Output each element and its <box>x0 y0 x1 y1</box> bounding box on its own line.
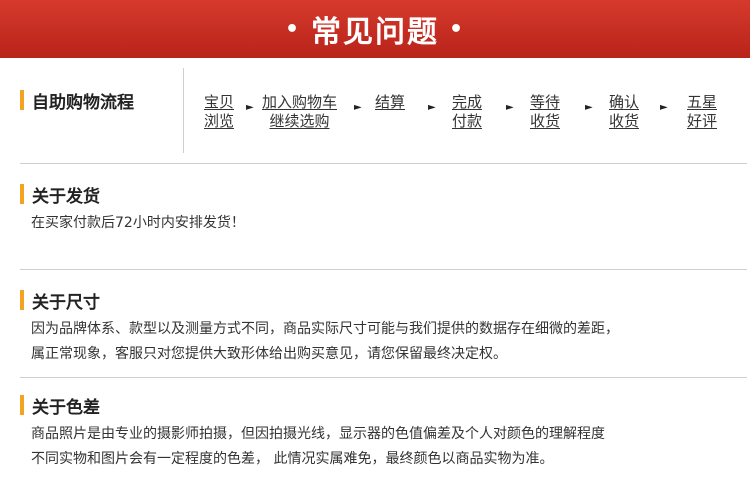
size-text-line2: 属正常现象，客服只对您提供大致形体给出购买意见，请您保留最终决定权。 <box>31 346 507 362</box>
color-text-line2: 不同实物和图片会有一定程度的色差， 此情况实属难免，最终颜色以商品实物为准。 <box>31 451 554 467</box>
shipping-heading: 关于发货 <box>20 182 100 207</box>
shopping-heading-text: 自助购物流程 <box>32 92 134 113</box>
arrow-icon: ► <box>246 102 254 113</box>
color-heading: 关于色差 <box>20 393 100 418</box>
arrow-icon: ► <box>660 102 668 113</box>
arrow-icon: ► <box>506 102 514 113</box>
divider <box>20 377 747 378</box>
step-five-star-review[interactable]: 五星 好评 <box>687 93 717 131</box>
size-heading-text: 关于尺寸 <box>32 292 100 313</box>
heading-accent-bar <box>20 290 24 310</box>
shipping-text: 在买家付款后72小时内安排发货！ <box>31 215 245 231</box>
divider <box>20 269 747 270</box>
heading-accent-bar <box>20 184 24 204</box>
step-browse[interactable]: 宝贝 浏览 <box>204 93 234 131</box>
size-text-line1: 因为品牌体系、款型以及测量方式不同，商品实际尺寸可能与我们提供的数据存在细微的差… <box>31 321 619 337</box>
shopping-heading: 自助购物流程 <box>20 88 134 113</box>
heading-accent-bar <box>20 90 24 110</box>
step-checkout[interactable]: 结算 <box>375 93 405 112</box>
step-await-delivery[interactable]: 等待 收货 <box>530 93 560 131</box>
vertical-divider <box>183 68 184 153</box>
arrow-icon: ► <box>354 102 362 113</box>
banner-dot-left: • <box>284 16 301 42</box>
arrow-icon: ► <box>428 102 436 113</box>
size-heading: 关于尺寸 <box>20 288 100 313</box>
banner-title-text: 常见问题 <box>311 15 439 50</box>
step-payment[interactable]: 完成 付款 <box>452 93 482 131</box>
shipping-heading-text: 关于发货 <box>32 186 100 207</box>
step-confirm-receipt[interactable]: 确认 收货 <box>609 93 639 131</box>
arrow-icon: ► <box>585 102 593 113</box>
banner-dot-right: • <box>449 16 466 42</box>
divider <box>20 163 747 164</box>
color-heading-text: 关于色差 <box>32 397 100 418</box>
step-add-to-cart[interactable]: 加入购物车 继续选购 <box>262 93 337 131</box>
banner-title: • 常见问题 • <box>0 0 750 58</box>
color-text-line1: 商品照片是由专业的摄影师拍摄，但因拍摄光线，显示器的色值偏差及个人对颜色的理解程… <box>31 426 605 442</box>
heading-accent-bar <box>20 395 24 415</box>
